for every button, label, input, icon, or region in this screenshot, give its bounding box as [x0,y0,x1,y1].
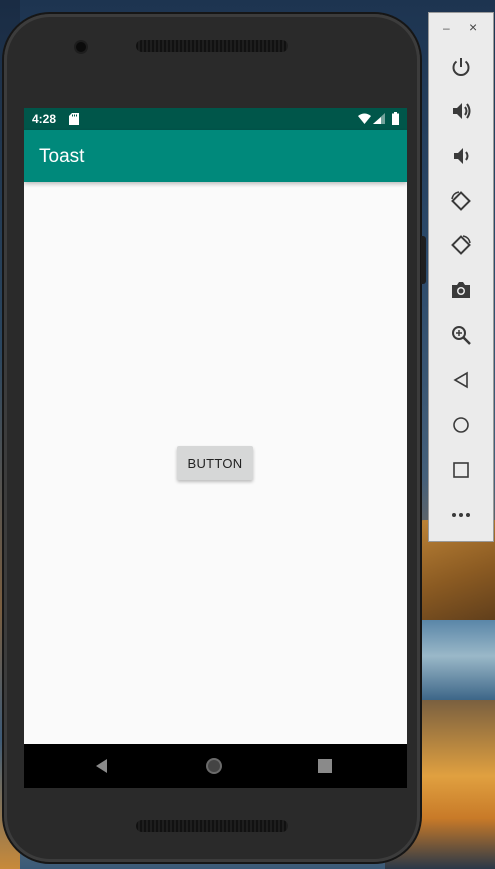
power-icon[interactable] [449,55,473,79]
back-icon[interactable] [94,758,110,774]
rotate-right-icon[interactable] [449,233,473,257]
volume-up-icon[interactable] [449,99,473,123]
bottom-speaker [136,820,288,832]
side-button [421,236,426,284]
phone-frame: 4:28 Toast BUTTON [4,14,426,862]
recents-icon[interactable] [318,759,332,773]
app-toolbar: Toast [24,130,407,182]
camera-icon[interactable] [449,278,473,302]
back-triangle-icon[interactable] [449,368,473,392]
window-controls: – × [429,13,493,41]
close-icon[interactable]: × [469,19,477,35]
zoom-icon[interactable] [449,323,473,347]
main-button[interactable]: BUTTON [177,446,253,480]
home-icon[interactable] [205,757,223,775]
earpiece-speaker [136,40,288,52]
rotate-left-icon[interactable] [449,189,473,213]
status-time: 4:28 [32,112,57,126]
home-circle-icon[interactable] [449,413,473,437]
front-camera [76,42,86,52]
navigation-bar [24,744,407,788]
minimize-icon[interactable]: – [443,21,450,35]
more-icon[interactable] [449,503,473,527]
emulator-toolbar: – × [428,12,494,542]
device-screen: 4:28 Toast BUTTON [24,108,407,788]
status-bar: 4:28 [24,108,407,130]
cell-signal-icon [373,113,385,124]
sd-card-icon [69,113,79,125]
overview-square-icon[interactable] [449,458,473,482]
app-title: Toast [39,146,85,167]
volume-down-icon[interactable] [449,144,473,168]
battery-icon [392,112,399,125]
wifi-icon [358,113,371,124]
